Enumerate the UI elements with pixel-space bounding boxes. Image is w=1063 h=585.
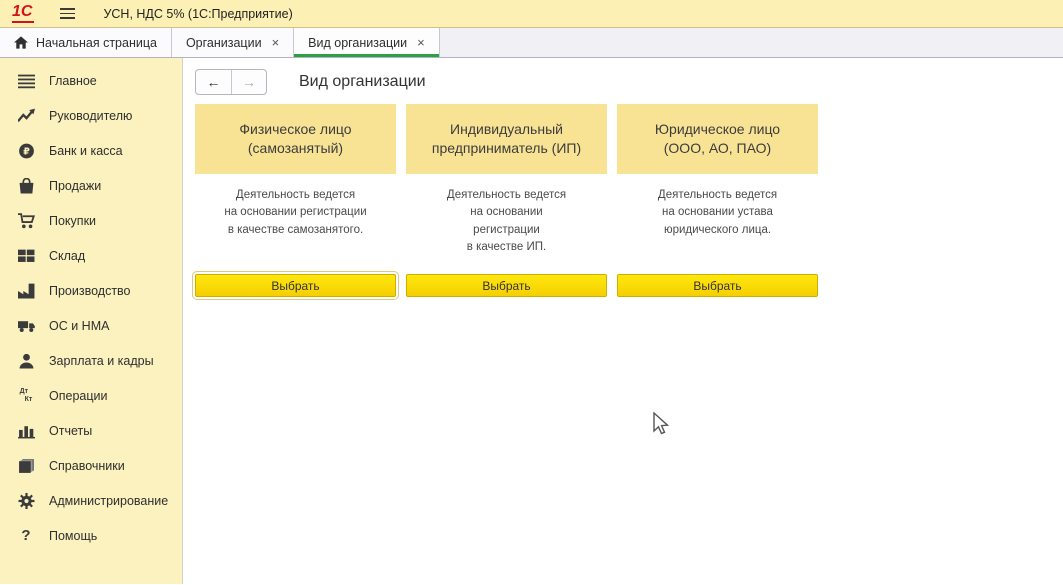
forward-button[interactable]: → [231,70,266,94]
back-arrow-icon: ← [207,74,221,90]
trend-chart-icon [16,107,36,125]
sidebar-item-label: Руководителю [49,109,132,123]
home-icon [14,36,28,49]
sidebar-item-rukovoditelyu[interactable]: Руководителю [0,98,182,133]
main-menu-icon[interactable] [60,8,75,19]
tab-organization-type[interactable]: Вид организации × [294,28,440,57]
option-title: Физическое лицо (самозанятый) [195,104,396,174]
sidebar-item-proizvodstvo[interactable]: Производство [0,273,182,308]
sidebar-item-label: Продажи [49,179,101,193]
sidebar-item-label: Зарплата и кадры [49,354,154,368]
tab-label: Вид организации [308,36,407,50]
dt-kt-icon: ДтКт [16,387,36,405]
tab-label: Начальная страница [36,36,157,50]
gear-icon [16,492,36,510]
organization-type-options: Физическое лицо (самозанятый) Деятельнос… [195,104,1063,297]
option-description: Деятельность ведется на основании регист… [406,187,607,274]
sidebar-item-label: ОС и НМА [49,319,109,333]
option-title: Индивидуальный предприниматель (ИП) [406,104,607,174]
question-icon: ? [16,527,36,545]
close-icon[interactable]: × [417,36,425,49]
sidebar-item-pomoshch[interactable]: ? Помощь [0,518,182,553]
shopping-cart-icon [16,212,36,230]
option-legal-entity: Юридическое лицо (ООО, АО, ПАО) Деятельн… [617,104,818,297]
shopping-bag-icon [16,177,36,195]
sidebar-item-os-i-nma[interactable]: ОС и НМА [0,308,182,343]
main-content: ← → Вид организации Физическое лицо (сам… [183,58,1063,584]
navigation-row: ← → Вид организации [195,68,1063,96]
sidebar-item-otchety[interactable]: Отчеты [0,413,182,448]
option-title: Юридическое лицо (ООО, АО, ПАО) [617,104,818,174]
books-icon [16,457,36,475]
choose-button-legal-entity[interactable]: Выбрать [617,274,818,297]
sidebar-item-pokupki[interactable]: Покупки [0,203,182,238]
sidebar-item-sklad[interactable]: Склад [0,238,182,273]
sidebar-item-label: Покупки [49,214,96,228]
forward-arrow-icon: → [242,74,256,90]
factory-icon [16,282,36,300]
sidebar-item-label: Операции [49,389,107,403]
sidebar-item-prodazhi[interactable]: Продажи [0,168,182,203]
option-individual-entrepreneur: Индивидуальный предприниматель (ИП) Деят… [406,104,607,297]
sidebar-item-label: Помощь [49,529,97,543]
bar-chart-icon [16,422,36,440]
truck-icon [16,317,36,335]
sidebar-item-label: Производство [49,284,131,298]
tab-home[interactable]: Начальная страница [0,28,172,57]
window-title: УСН, НДС 5% (1С:Предприятие) [103,7,292,21]
warehouse-boxes-icon [16,247,36,265]
choose-button-selfemployed[interactable]: Выбрать [195,274,396,297]
tab-organizations[interactable]: Организации × [172,28,294,57]
back-button[interactable]: ← [196,70,231,94]
tab-label: Организации [186,36,262,50]
sidebar-item-label: Администрирование [49,494,168,508]
sidebar-item-label: Справочники [49,459,125,473]
option-individual-selfemployed: Физическое лицо (самозанятый) Деятельнос… [195,104,396,297]
1c-logo: 1С [12,4,34,23]
option-description: Деятельность ведется на основании регист… [195,187,396,274]
window-title-bar: 1С УСН, НДС 5% (1С:Предприятие) [0,0,1063,28]
ruble-circle-icon: ₽ [16,142,36,160]
sidebar: Главное Руководителю ₽ Банк и касса Прод… [0,58,183,584]
sidebar-item-operacii[interactable]: ДтКт Операции [0,378,182,413]
option-description: Деятельность ведется на основании устава… [617,187,818,274]
sidebar-item-label: Отчеты [49,424,92,438]
sidebar-item-spravochniki[interactable]: Справочники [0,448,182,483]
close-icon[interactable]: × [272,36,280,49]
sidebar-item-bank-i-kassa[interactable]: ₽ Банк и касса [0,133,182,168]
sidebar-item-glavnoe[interactable]: Главное [0,63,182,98]
page-title: Вид организации [299,73,426,91]
sidebar-item-zarplata-i-kadry[interactable]: Зарплата и кадры [0,343,182,378]
menu-lines-icon [16,72,36,90]
sidebar-item-label: Банк и касса [49,144,123,158]
person-icon [16,352,36,370]
history-nav-group: ← → [195,69,267,95]
svg-text:₽: ₽ [23,146,30,157]
tab-bar: Начальная страница Организации × Вид орг… [0,28,1063,58]
sidebar-item-label: Главное [49,74,97,88]
choose-button-entrepreneur[interactable]: Выбрать [406,274,607,297]
sidebar-item-administrirovanie[interactable]: Администрирование [0,483,182,518]
sidebar-item-label: Склад [49,249,85,263]
